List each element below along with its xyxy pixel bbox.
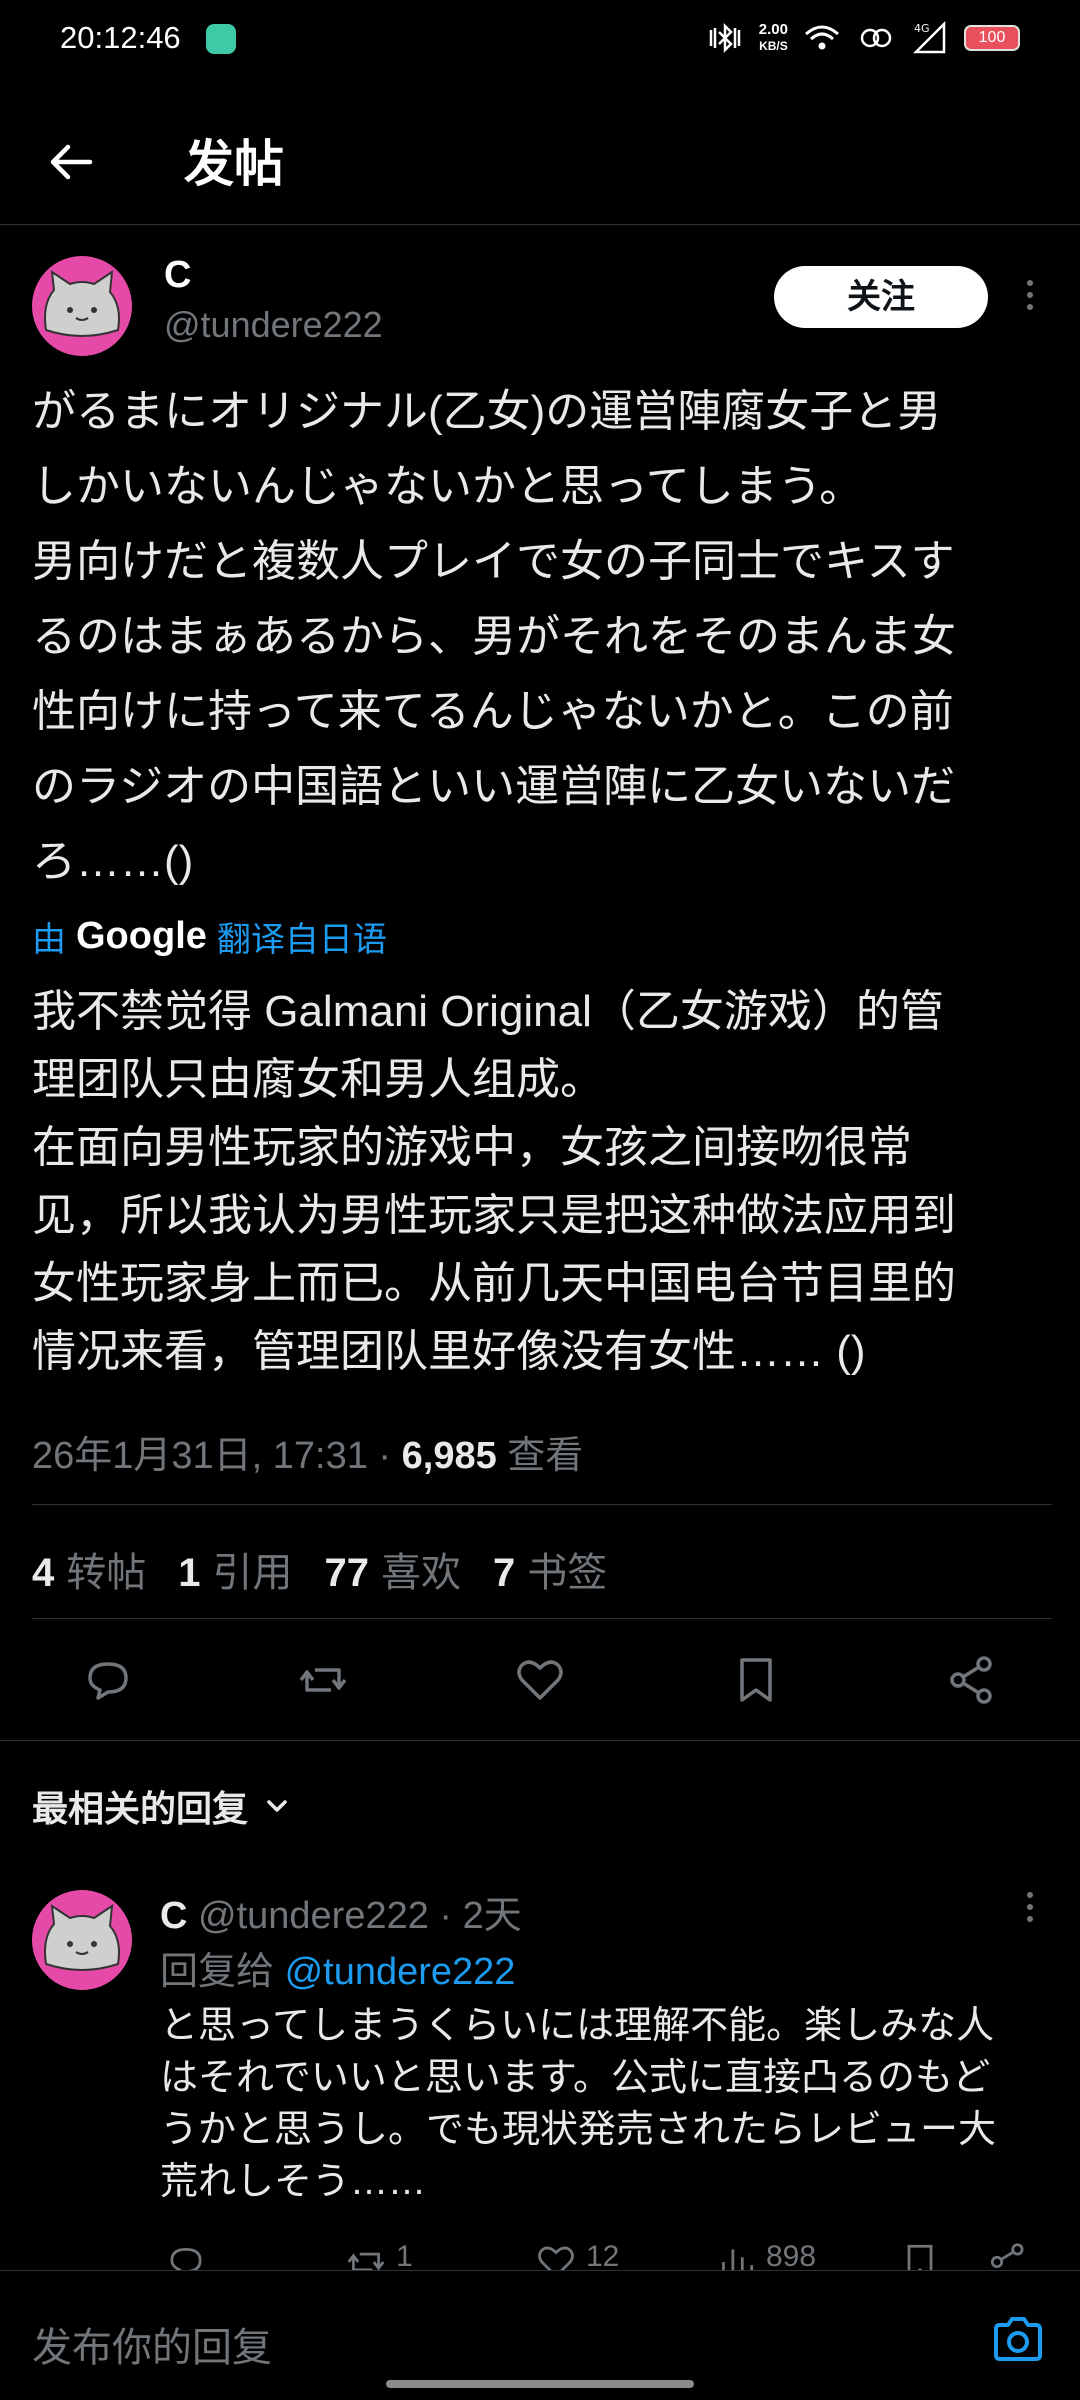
reply-sort-dropdown[interactable]: 最相关的回复 [32, 1780, 292, 1832]
notification-app-icon [206, 24, 236, 54]
bluetooth-vibrate-icon [709, 22, 741, 54]
post-stats: 4 转帖 1 引用 77 喜欢 7 书签 [32, 1540, 607, 1598]
quotes-count: 1 [178, 1551, 201, 1595]
post-original-text: がるまにオリジナル(乙女)の運営陣腐女子と男 しかいないんじゃないかと思ってしま… [32, 387, 956, 886]
reply-repost-count: 1 [396, 2240, 413, 2270]
bookmark-icon[interactable] [728, 1652, 784, 1708]
top-app-bar: 发帖 [0, 110, 1080, 220]
share-icon [990, 2243, 1024, 2269]
reply-share-action[interactable] [986, 2240, 1030, 2270]
reply-input[interactable]: 发布你的回复 [32, 2315, 272, 2373]
reply-like-action[interactable]: 12 [534, 2240, 619, 2270]
status-time: 20:12:46 [60, 20, 181, 55]
repost-icon [347, 2252, 385, 2270]
reply-bookmark-action[interactable] [898, 2240, 942, 2270]
net-speed: 2.00 KB/S [759, 22, 788, 54]
cat-avatar-icon [44, 1903, 120, 1971]
status-icons: 2.00 KB/S 4G 100 [705, 18, 1020, 58]
post-translated-text: 我不禁觉得 Galmani Original（乙女游戏）的管 理团队只由腐女和男… [32, 987, 956, 1376]
views-count: 6,985 [401, 1435, 497, 1477]
reply-author-name[interactable]: C [160, 1895, 187, 1937]
post-detail-screen: 20:12:46 2.00 KB/S 4G 100 发帖 C @tundere2… [0, 0, 1080, 2400]
home-indicator[interactable] [386, 2380, 694, 2388]
reply-meta: C @tundere222 · 2天 [160, 1884, 522, 1939]
like-icon[interactable] [512, 1652, 568, 1708]
views-chart-icon [722, 2249, 754, 2270]
battery-indicator: 100 [964, 25, 1020, 51]
reply-views-action[interactable]: 898 [714, 2240, 816, 2270]
author-handle[interactable]: @tundere222 [164, 304, 383, 346]
header-divider [0, 224, 1080, 225]
google-logo: Google [76, 915, 207, 957]
camera-icon[interactable] [990, 2311, 1046, 2367]
back-arrow-icon[interactable] [40, 130, 104, 194]
translation-attribution[interactable]: 由 Google 翻译自日语 [32, 912, 387, 961]
post-meta: 26年1月31日, 17:31 · 6,985 查看 [32, 1424, 583, 1479]
reply-to-prefix: 回复给 [160, 1951, 285, 1993]
post-actions [0, 1640, 1080, 1720]
author-name[interactable]: C [164, 254, 191, 297]
quotes-label: 引用 [212, 1551, 293, 1595]
actions-divider [0, 1740, 1080, 1741]
reply-sort-label: 最相关的回复 [32, 1788, 249, 1829]
likes-count: 77 [324, 1551, 370, 1595]
views-label: 查看 [496, 1435, 584, 1477]
reply-repost-action[interactable]: 1 [344, 2240, 413, 2270]
bookmarks-stat[interactable]: 7 书签 [493, 1540, 607, 1598]
reply-more-options-icon[interactable] [1020, 1888, 1040, 1932]
reply-to-line: 回复给 @tundere222 [160, 1940, 515, 1995]
repost-icon[interactable] [295, 1652, 351, 1708]
likes-label: 喜欢 [381, 1551, 461, 1595]
reply-reply-action[interactable] [164, 2240, 208, 2270]
author-avatar[interactable] [32, 256, 132, 356]
hotspot-icon [860, 28, 892, 48]
reply-views-count: 898 [766, 2240, 817, 2270]
net-speed-unit: KB/S [759, 39, 788, 53]
signal-label: 4G [914, 22, 930, 35]
reply-icon[interactable] [80, 1652, 136, 1708]
like-icon [538, 2246, 574, 2270]
wifi-icon [805, 25, 839, 50]
more-options-icon[interactable] [1020, 276, 1040, 320]
net-speed-value: 2.00 [758, 21, 788, 38]
share-icon[interactable] [944, 1652, 1000, 1708]
reply-handle-time: @tundere222 · 2天 [187, 1895, 522, 1937]
cat-avatar-icon [44, 269, 120, 337]
reply-icon [170, 2248, 202, 2270]
signal-icon: 4G [912, 20, 946, 54]
likes-stat[interactable]: 77 喜欢 [325, 1540, 462, 1598]
post-timestamp: 26年1月31日, 17:31 · [32, 1435, 402, 1477]
reply-like-count: 12 [586, 2240, 620, 2270]
quotes-stat[interactable]: 1 引用 [178, 1540, 292, 1598]
reply-actions: 1 12 898 [160, 2240, 1040, 2270]
meta-divider [32, 1504, 1052, 1505]
bookmark-icon [907, 2244, 933, 2270]
stats-divider [32, 1618, 1052, 1619]
reply-to-handle-link[interactable]: @tundere222 [285, 1951, 516, 1993]
bookmarks-count: 7 [493, 1551, 516, 1595]
translation-suffix: 翻译自日语 [216, 921, 387, 959]
reposts-count: 4 [32, 1551, 55, 1595]
reposts-label: 转帖 [66, 1551, 147, 1595]
reply-text: と思ってしまうくらいには理解不能。楽しみな人 はそれでいいと思います。公式に直接… [160, 2005, 997, 2203]
reply-author-avatar[interactable] [32, 1890, 132, 1990]
bookmarks-label: 书签 [527, 1551, 608, 1595]
status-bar: 20:12:46 2.00 KB/S 4G 100 [0, 0, 1080, 80]
follow-button[interactable]: 关注 [774, 266, 988, 328]
translation-prefix: 由 [32, 921, 66, 959]
page-title: 发帖 [184, 136, 284, 192]
chevron-down-icon [267, 1800, 287, 1812]
reposts-stat[interactable]: 4 转帖 [32, 1540, 146, 1598]
